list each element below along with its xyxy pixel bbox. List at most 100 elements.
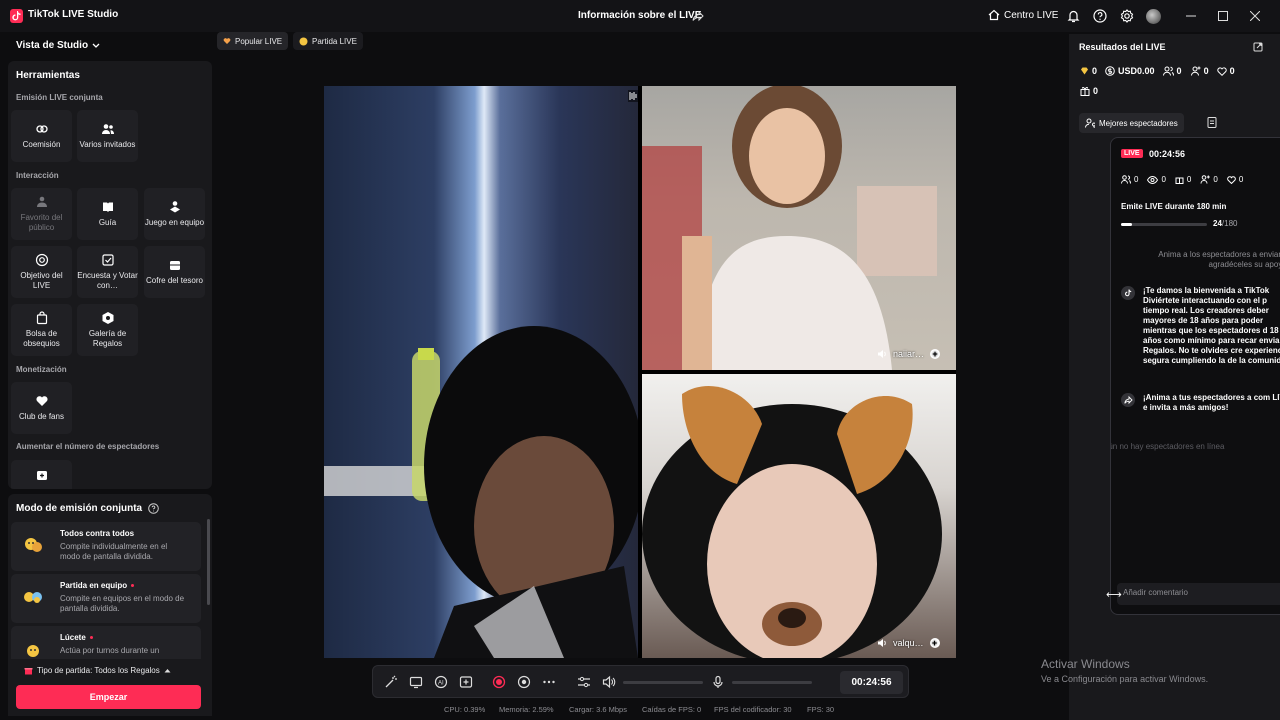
screen-share-icon[interactable] [409, 675, 423, 689]
volume-icon[interactable] [602, 675, 616, 689]
tool-guide[interactable]: Guía [77, 188, 138, 240]
gift-icon [1080, 86, 1090, 96]
users-icon [1121, 175, 1131, 184]
mode-card-team-match[interactable]: Partida en equipo Compite en equipos en … [11, 574, 201, 623]
party-type-dropdown[interactable]: Tipo de partida: Todos los Regalos [24, 666, 171, 675]
live-info-popup: LIVE 00:24:56 0 0 0 0 0 Emite LIVE duran… [1110, 137, 1280, 615]
heart-icon [223, 38, 231, 44]
title-bar: TikTok LIVE Studio Información sobre el … [0, 0, 1280, 32]
add-guest-icon[interactable]: + [930, 349, 941, 359]
speaker-icon[interactable] [877, 638, 887, 648]
settings-gear-icon[interactable] [1120, 9, 1134, 23]
tool-team-game[interactable]: Juego en equipo [144, 188, 205, 240]
best-viewers-tab[interactable]: Mejores espectadores [1079, 113, 1184, 133]
popup-timer: 00:24:56 [1149, 149, 1186, 159]
guest-video-1[interactable]: naiiar… + [642, 86, 956, 370]
maximize-icon[interactable] [1215, 8, 1231, 24]
record-icon[interactable] [492, 675, 506, 689]
popup-viewers-metric: 0 [1121, 175, 1138, 184]
tool-fan-club[interactable]: Club de fans [11, 382, 72, 434]
party-live-chip[interactable]: Partida LIVE [293, 32, 363, 50]
caret-up-icon [164, 669, 171, 673]
user-search-icon [1085, 118, 1095, 128]
tool-gift-bag[interactable]: Bolsa de obsequios [11, 304, 72, 356]
best-viewers-label: Mejores espectadores [1099, 118, 1178, 128]
share-icon[interactable] [692, 10, 704, 22]
joint-mode-title: Modo de emisión conjunta [16, 503, 159, 514]
tool-promote[interactable] [11, 460, 72, 489]
mode-scrollbar[interactable] [207, 519, 210, 605]
user-avatar[interactable] [1146, 9, 1161, 24]
document-icon[interactable] [1207, 117, 1217, 128]
heart-icon [1216, 66, 1227, 76]
stream-handle-icon[interactable] [628, 90, 638, 102]
studio-view-dropdown[interactable]: Vista de Studio [16, 40, 100, 51]
camera-flip-icon[interactable] [517, 675, 531, 689]
no-viewers-text: Aún no hay espectadores en línea [1110, 442, 1225, 451]
add-guest-icon[interactable]: + [929, 638, 940, 648]
diamonds-metric: 0 [1080, 66, 1097, 76]
guest-name: valqu… [893, 638, 924, 648]
popup-metric-value: 0 [1161, 175, 1166, 184]
volume-slider[interactable] [623, 681, 703, 684]
live-goal-text: Emite LIVE durante 180 min [1121, 202, 1227, 211]
bell-icon[interactable] [1067, 9, 1081, 23]
tool-guide-label: Guía [98, 218, 117, 227]
viewers-value: 0 [1176, 66, 1182, 76]
tool-treasure-chest-label: Cofre del tesoro [146, 276, 203, 285]
magic-wand-icon[interactable] [384, 675, 398, 689]
centro-live-label: Centro LIVE [1004, 9, 1059, 21]
memory-stat: Memoria: 2.59% [499, 705, 554, 714]
mic-slider[interactable] [732, 681, 812, 684]
mixer-settings-icon[interactable] [577, 675, 591, 689]
tool-poll[interactable]: Encuesta y Votar con… [77, 246, 138, 298]
live-timer: 00:24:56 [840, 671, 903, 694]
spotlight-emoji-icon [27, 645, 39, 657]
tool-treasure-chest[interactable]: Cofre del tesoro [144, 246, 205, 298]
ai-effects-icon[interactable]: AI [434, 675, 448, 689]
share-icon [1121, 393, 1135, 407]
host-video[interactable] [324, 86, 638, 658]
tiktok-icon [1121, 286, 1135, 300]
live-results-metrics: 0 USD0.00 0 0 0 [1080, 66, 1235, 76]
close-icon[interactable] [1247, 8, 1263, 24]
joint-mode-title-text: Modo de emisión conjunta [16, 503, 143, 514]
users-icon [101, 124, 114, 134]
guest-video-2[interactable]: valqu… + [642, 374, 956, 658]
add-user-icon [1190, 66, 1201, 76]
gifts-metric-row: 0 [1080, 86, 1098, 96]
add-source-icon[interactable] [459, 675, 473, 689]
tool-live-goal[interactable]: Objetivo del LIVE [11, 246, 72, 298]
microphone-icon[interactable] [711, 675, 725, 689]
tool-gift-gallery[interactable]: Galería de Regalos [77, 304, 138, 356]
mode-title: Lúcete [60, 633, 93, 642]
tool-multi-guest[interactable]: Varios invitados [77, 110, 138, 162]
chip-label: Popular LIVE [235, 36, 283, 46]
section-monetization: Monetización [16, 365, 67, 374]
help-icon[interactable] [148, 503, 159, 514]
progress-max: /180 [1221, 219, 1238, 228]
joint-mode-panel: Modo de emisión conjunta Todos contra to… [8, 494, 212, 660]
popup-metrics: 0 0 0 0 0 [1121, 175, 1243, 184]
gifts-value: 0 [1093, 86, 1099, 96]
popup-metric-value: 0 [1238, 175, 1244, 184]
centro-live-button[interactable]: Centro LIVE [988, 9, 1058, 21]
window-title[interactable]: Información sobre el LIVE [578, 10, 701, 21]
chest-icon [169, 261, 180, 270]
tool-gift-gallery-label: Galería de Regalos [88, 329, 127, 348]
live-goal-progress-fill [1121, 223, 1133, 226]
windows-activation-title: Activar Windows [1041, 657, 1130, 671]
popout-icon[interactable] [1253, 42, 1263, 52]
comment-input[interactable]: Añadir comentario [1117, 583, 1280, 605]
start-button[interactable]: Empezar [16, 685, 201, 709]
mode-card-free-for-all[interactable]: Todos contra todos Compite individualmen… [11, 522, 201, 571]
add-user-icon [1200, 175, 1211, 184]
more-options-icon[interactable] [542, 675, 556, 689]
gifts-metric: 0 [1080, 86, 1098, 96]
speaker-icon[interactable] [877, 349, 887, 359]
help-icon[interactable] [1093, 9, 1107, 23]
mode-card-spotlight[interactable]: Lúcete Actúa por turnos durante un [11, 626, 201, 660]
popular-live-chip[interactable]: Popular LIVE [217, 32, 289, 50]
minimize-icon[interactable] [1183, 8, 1199, 24]
tool-cohost[interactable]: Coemisión [11, 110, 72, 162]
